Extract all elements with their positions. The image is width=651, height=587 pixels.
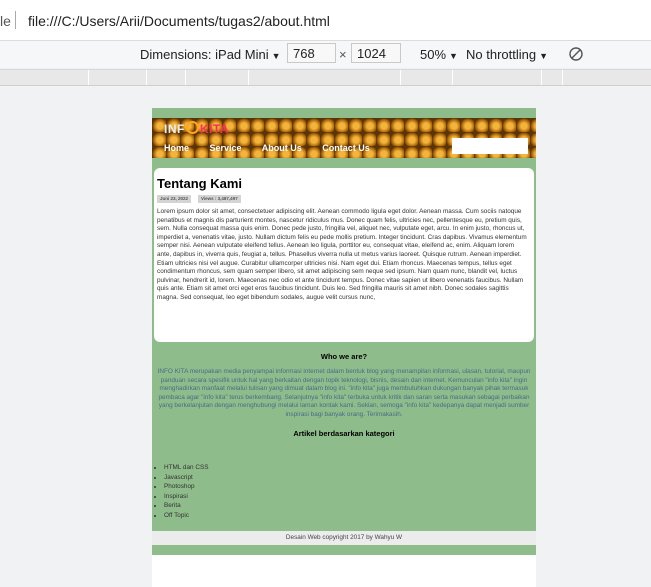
logo-o-icon (185, 121, 199, 134)
who-heading: Who we are? (320, 352, 368, 361)
copyright-footer: Desain Web copyright 2017 by Wahyu W (152, 531, 536, 545)
device-viewport: INF KITA Home Service About Us Contact Us… (0, 86, 651, 587)
times-sign: × (339, 47, 347, 62)
ruler-tick (400, 70, 401, 85)
height-input[interactable]: 1024 (351, 43, 401, 63)
width-input[interactable]: 768 (287, 43, 336, 63)
ruler-tick (562, 70, 563, 85)
chevron-down-icon: ▼ (271, 51, 281, 61)
article-title: Tentang Kami (157, 176, 242, 191)
date-badge: Juni 23, 2022 (157, 195, 192, 203)
device-toolbar: Dimensions: iPad Mini ▼ 768 × 1024 50% ▼ N… (0, 41, 651, 68)
chevron-down-icon: ▼ (449, 51, 458, 61)
divider (15, 11, 16, 29)
category-link[interactable]: Javascript (164, 473, 209, 483)
category-link[interactable]: Berita (164, 501, 209, 511)
throttling-dropdown[interactable]: No throttling ▼ (466, 47, 548, 62)
category-link[interactable]: Photoshop (164, 482, 209, 492)
category-link[interactable]: Off Topic (164, 511, 209, 521)
about-section: Who we are? INFO KITA merupakan media pe… (152, 352, 536, 438)
category-list: HTML dan CSS Javascript Photoshop Inspir… (152, 463, 209, 521)
views-badge: Views : 3,487,497 (198, 195, 241, 203)
main-nav: Home Service About Us Contact Us (164, 143, 388, 153)
ruler-tick (452, 70, 453, 85)
search-input[interactable] (452, 138, 528, 154)
media-query-ruler[interactable] (0, 69, 651, 86)
nav-service[interactable]: Service (210, 143, 242, 153)
category-link[interactable]: HTML dan CSS (164, 463, 209, 473)
device-frame: INF KITA Home Service About Us Contact Us… (152, 108, 536, 587)
nav-home[interactable]: Home (164, 143, 189, 153)
article-body: Lorem ipsum dolor sit amet, consectetuer… (157, 208, 527, 301)
zoom-dropdown[interactable]: 50% ▼ (420, 47, 458, 62)
categories-heading: Artikel berdasarkan kategori (293, 428, 395, 438)
nav-about-us[interactable]: About Us (262, 143, 302, 153)
url-field[interactable]: file:///C:/Users/Arii/Documents/tugas2/a… (28, 13, 330, 29)
site-page: INF KITA Home Service About Us Contact Us… (152, 108, 536, 555)
address-bar: le file:///C:/Users/Arii/Documents/tugas… (0, 0, 651, 41)
article-card: Tentang Kami Juni 23, 2022 Views : 3,487… (154, 168, 534, 342)
ruler-tick (146, 70, 147, 85)
dimensions-dropdown[interactable]: Dimensions: iPad Mini ▼ (140, 47, 281, 62)
file-label: le (0, 13, 11, 29)
category-link[interactable]: Inspirasi (164, 492, 209, 502)
ruler-tick (185, 70, 186, 85)
site-header: INF KITA Home Service About Us Contact Us (152, 118, 536, 158)
ruler-tick (541, 70, 542, 85)
site-logo[interactable]: INF KITA (164, 121, 229, 136)
rotate-icon[interactable] (568, 46, 584, 62)
chevron-down-icon: ▼ (539, 51, 549, 61)
nav-contact-us[interactable]: Contact Us (322, 143, 370, 153)
who-text: INFO KITA merupakan media penyampai info… (157, 368, 531, 418)
ruler-tick (88, 70, 89, 85)
ruler-tick (248, 70, 249, 85)
